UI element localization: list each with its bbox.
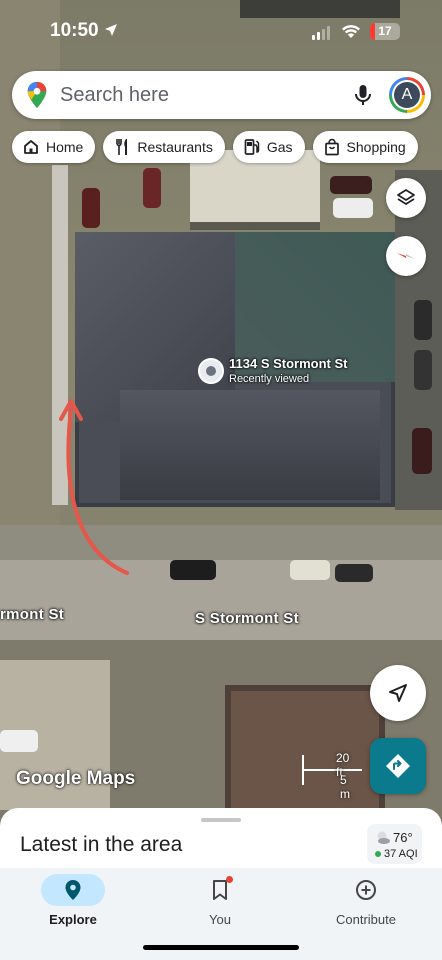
battery-icon: 17 [370, 23, 400, 40]
google-maps-pin-icon [27, 81, 47, 109]
compass-button[interactable] [386, 236, 426, 276]
nav-label: Contribute [336, 912, 396, 927]
wifi-icon [342, 25, 360, 38]
map-car [143, 168, 161, 208]
nav-contribute[interactable]: Contribute [306, 874, 426, 927]
map-car [290, 560, 330, 580]
map-car [335, 564, 373, 582]
chip-label: Shopping [346, 139, 406, 155]
aqi-value: 37 AQI [384, 848, 418, 860]
chip-home[interactable]: Home [12, 131, 96, 163]
street-label-partial: rmont St [0, 606, 65, 623]
status-time: 10:50 [50, 20, 99, 41]
cell-signal-icon [312, 26, 330, 40]
layers-icon [397, 189, 415, 205]
weather-widget[interactable]: 76° 37 AQI [367, 824, 422, 864]
search-bar[interactable]: Search here A [12, 71, 431, 119]
street-label: S Stormont St [195, 610, 299, 627]
chip-label: Gas [266, 139, 293, 155]
weather-temperature: 76° [393, 830, 413, 845]
status-bar: 10:50 17 [0, 0, 442, 62]
nav-label: You [209, 912, 231, 927]
account-avatar[interactable]: A [389, 77, 425, 113]
red-arrow-annotation [59, 399, 129, 575]
nav-explore[interactable]: Explore [13, 874, 133, 927]
directions-icon [386, 754, 410, 778]
home-indicator[interactable] [143, 945, 299, 950]
layers-button[interactable] [386, 178, 426, 218]
map-car [333, 198, 373, 218]
sheet-title: Latest in the area [20, 833, 183, 856]
place-label[interactable]: 1134 S Stormont St Recently viewed [229, 356, 347, 385]
place-subtitle: Recently viewed [229, 373, 310, 385]
map-car [0, 730, 38, 752]
chip-restaurants[interactable]: Restaurants [103, 131, 225, 163]
explore-pin-icon [65, 880, 81, 900]
map-roof [120, 390, 380, 500]
navigation-arrow-icon [389, 684, 407, 702]
microphone-icon[interactable] [351, 83, 375, 107]
sheet-drag-handle[interactable] [201, 818, 241, 822]
directions-button[interactable] [370, 738, 426, 794]
gas-pump-icon [244, 139, 260, 155]
moon-cloud-icon [377, 831, 390, 844]
location-arrow-icon [105, 24, 117, 36]
map-building [225, 685, 385, 820]
map-car [414, 350, 432, 390]
map-car [330, 176, 372, 194]
chip-gas[interactable]: Gas [232, 131, 305, 163]
map-car [170, 560, 216, 580]
map-car [82, 188, 100, 228]
aqi-dot-icon [375, 851, 381, 857]
nav-you[interactable]: You [160, 874, 280, 927]
home-icon [24, 140, 38, 154]
fork-knife-icon [116, 139, 128, 155]
compass-icon [397, 253, 415, 259]
place-name: 1134 S Stormont St [229, 356, 348, 371]
place-pin-icon[interactable] [198, 358, 224, 384]
notification-badge [226, 876, 233, 883]
bookmark-icon [213, 880, 227, 900]
add-circle-icon [356, 880, 376, 900]
map-car [414, 300, 432, 340]
air-quality: 37 AQI [375, 848, 418, 860]
nav-label: Explore [49, 912, 97, 927]
battery-level: 17 [378, 24, 392, 38]
chip-shopping[interactable]: Shopping [312, 131, 418, 163]
shopping-bag-icon [324, 138, 339, 156]
category-chips: Home Restaurants Gas Shopping [12, 131, 418, 163]
google-maps-logo: Google Maps [16, 768, 136, 789]
my-location-button[interactable] [370, 665, 426, 721]
avatar-initial: A [394, 82, 420, 108]
scale-meters: 5 m [340, 773, 350, 801]
map-car [412, 428, 432, 474]
search-input[interactable]: Search here [60, 84, 351, 107]
chip-label: Restaurants [137, 139, 213, 155]
chip-label: Home [46, 139, 84, 155]
